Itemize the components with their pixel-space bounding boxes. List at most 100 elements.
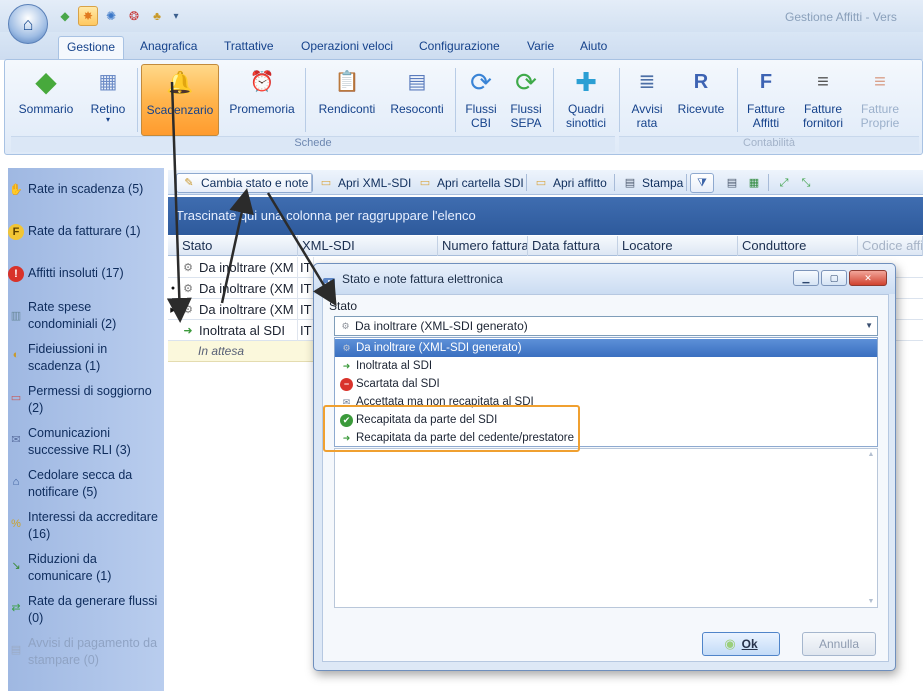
printer-button[interactable]: ▤	[720, 173, 744, 193]
ribbon-button-scadenzario[interactable]: 🔔 Scadenzario	[141, 64, 219, 136]
home-tax-icon: ⌂	[12, 475, 20, 488]
qat-globe-icon[interactable]: ✺	[101, 6, 121, 26]
gear-doc-icon: ⚙	[183, 303, 193, 316]
ribbon-button-rendiconti[interactable]: 📋 Rendiconti	[313, 64, 381, 136]
qat-home-icon[interactable]: ◆	[55, 6, 75, 26]
column-header-numero-fattura[interactable]: Numero fattura	[438, 236, 528, 256]
nav-item-rate-in-scadenza[interactable]: ✋ Rate in scadenza (5)	[8, 181, 158, 198]
print-notice-icon: ▤	[10, 643, 22, 656]
ribbon-button-quadri-sinottici[interactable]: ✚ Quadri sinottici	[557, 64, 615, 136]
state-option-da-inoltrare[interactable]: ⚙ Da inoltrare (XML-SDI generato)	[335, 339, 877, 357]
open-sdi-folder-button[interactable]: ▭ Apri cartella SDI	[413, 173, 528, 193]
nav-item-label: Interessi da accreditare (16)	[28, 510, 158, 541]
group-by-drop-area[interactable]: Trascinate qui una colonna per raggruppa…	[168, 197, 923, 235]
ribbon-button-sublabel: CBI	[470, 116, 491, 130]
option-label: Da inoltrare (XML-SDI generato)	[356, 342, 522, 354]
nav-item-affitti-insoluti[interactable]: ! Affitti insoluti (17)	[8, 265, 158, 282]
nav-item-riduzioni[interactable]: ↘ Riduzioni da comunicare (1)	[8, 551, 158, 585]
alarm-clock-icon: ⏰	[249, 71, 275, 93]
qat-ball-icon[interactable]: ❂	[124, 6, 144, 26]
ribbon-button-label: Promemoria	[229, 102, 295, 116]
ribbon-button-resoconti[interactable]: ▤ Resoconti	[385, 64, 449, 136]
excel-export-button[interactable]: ▦	[742, 173, 766, 193]
maximize-icon[interactable]: ▢	[821, 270, 847, 286]
cell-stato-text: Da inoltrare (XM	[199, 259, 294, 275]
ribbon-button-retino[interactable]: ▦ Retino ▾	[79, 64, 137, 136]
ribbon-button-fatture-proprie[interactable]: ≡ Fatture Proprie	[853, 64, 907, 136]
minimize-icon[interactable]: ▁	[793, 270, 819, 286]
ribbon-button-promemoria[interactable]: ⏰ Promemoria	[225, 64, 299, 136]
open-rent-button[interactable]: ▭ Apri affitto	[529, 173, 611, 193]
print-button[interactable]: ▤ Stampa	[618, 173, 687, 193]
tab-aiuto[interactable]: Aiuto	[572, 38, 615, 60]
column-header-codice-affitto[interactable]: Codice affi	[858, 236, 923, 256]
window-controls: ▁ ▢ ✕	[793, 270, 887, 286]
notes-textarea[interactable]: ▲ ▼	[334, 448, 878, 608]
qat-scadenzario-icon[interactable]: ✸	[78, 6, 98, 26]
open-xml-sdi-button[interactable]: ▭ Apri XML-SDI	[314, 173, 415, 193]
column-header-locatore[interactable]: Locatore	[618, 236, 738, 256]
nav-item-label: Rate in scadenza (5)	[28, 182, 144, 196]
tab-gestione[interactable]: Gestione	[58, 36, 125, 60]
cell-stato-text: Da inoltrare (XM	[199, 280, 294, 296]
tab-configurazione[interactable]: Configurazione	[411, 38, 508, 60]
nav-item-rate-spese-condominiali[interactable]: ▥ Rate spese condominiali (2)	[8, 299, 158, 333]
nav-item-permessi-di-soggiorno[interactable]: ▭ Permessi di soggiorno (2)	[8, 383, 158, 417]
ribbon-separator	[619, 68, 620, 132]
ribbon-panel: ◆ Sommario ▦ Retino ▾ 🔔 Scadenzario ⏰ Pr…	[4, 59, 923, 155]
state-option-inoltrata[interactable]: ➜ Inoltrata al SDI	[335, 357, 877, 375]
tab-varie[interactable]: Varie	[519, 38, 562, 60]
ok-button[interactable]: ◉ Ok	[702, 632, 780, 656]
filter-button[interactable]: ⧩	[690, 173, 714, 193]
tab-anagrafica[interactable]: Anagrafica	[132, 38, 205, 60]
bell-alert-icon: 🔔	[166, 70, 194, 95]
cell-stato: ⚙ Da inoltrare (XM	[178, 257, 298, 278]
ribbon-button-ricevute[interactable]: R Ricevute	[673, 64, 729, 136]
column-header-conduttore[interactable]: Conduttore	[738, 236, 858, 256]
qat-customize-chevron-icon[interactable]: ▾	[170, 6, 182, 26]
expand-all-button[interactable]: ⤢	[772, 173, 796, 193]
nav-item-cedolare-secca[interactable]: ⌂ Cedolare secca da notificare (5)	[8, 467, 158, 501]
application-menu-button[interactable]: ⌂	[8, 4, 48, 44]
column-header-stato[interactable]: Stato	[178, 236, 298, 256]
cancel-button[interactable]: Annulla	[802, 632, 876, 656]
change-state-button[interactable]: ✎ Cambia stato e note	[176, 173, 314, 193]
ribbon-button-label: Fatture	[746, 102, 785, 116]
close-icon[interactable]: ✕	[849, 270, 887, 286]
tab-trattative[interactable]: Trattative	[216, 38, 282, 60]
nav-item-comunicazioni-rli[interactable]: ✉ Comunicazioni successive RLI (3)	[8, 425, 158, 459]
ribbon-button-flussi-sepa[interactable]: ⟳ Flussi SEPA	[505, 64, 547, 136]
warning-icon: !	[8, 266, 24, 282]
puzzle-icon: ✚	[575, 67, 597, 97]
nav-item-rate-da-fatturare[interactable]: F Rate da fatturare (1)	[8, 223, 158, 240]
column-header-data-fattura[interactable]: Data fattura	[528, 236, 618, 256]
ribbon-separator	[553, 68, 554, 132]
notes-scrollbar[interactable]: ▲ ▼	[866, 451, 876, 605]
toolbar-separator	[311, 174, 312, 191]
ribbon-button-fatture-affitti[interactable]: F Fatture Affitti	[741, 64, 791, 136]
application-window: ◆ ✸ ✺ ❂ ♣ ▾ Gestione Affitti - Vers ⌂ Ge…	[0, 0, 923, 691]
state-combobox-value: Da inoltrare (XML-SDI generato)	[355, 319, 528, 333]
column-header-xml-sdi[interactable]: XML-SDI	[298, 236, 438, 256]
ribbon-button-fatture-fornitori[interactable]: ≡ Fatture fornitori	[795, 64, 851, 136]
dialog-title: Stato e note fattura elettronica	[342, 272, 503, 286]
quick-access-toolbar: ◆ ✸ ✺ ❂ ♣ ▾	[55, 6, 182, 26]
state-combobox[interactable]: ⚙ Da inoltrare (XML-SDI generato) ▼	[334, 316, 878, 336]
ribbon-button-flussi-cbi[interactable]: ⟳ Flussi CBI	[457, 64, 505, 136]
state-option-scartata[interactable]: − Scartata dal SDI	[335, 375, 877, 393]
ribbon-button-label: Flussi	[510, 102, 542, 116]
nav-item-fideiussioni[interactable]: ◐ Fideiussioni in scadenza (1)	[8, 341, 158, 375]
title-bar: ◆ ✸ ✺ ❂ ♣ ▾ Gestione Affitti - Vers	[0, 0, 923, 32]
nav-item-avvisi-pagamento[interactable]: ▤ Avvisi di pagamento da stampare (0)	[8, 635, 158, 669]
nav-item-rate-flussi[interactable]: ⇄ Rate da generare flussi (0)	[8, 593, 158, 627]
qat-money-bag-icon[interactable]: ♣	[147, 6, 167, 26]
collapse-all-button[interactable]: ⤡	[794, 173, 818, 193]
cell-xml: IT	[298, 278, 314, 299]
ribbon-button-sommario[interactable]: ◆ Sommario	[17, 64, 75, 136]
nav-item-interessi[interactable]: % Interessi da accreditare (16)	[8, 509, 158, 543]
cell-xml: IT	[298, 257, 314, 278]
ribbon-button-label: Ricevute	[677, 102, 725, 116]
chevron-down-icon[interactable]: ▼	[865, 321, 873, 330]
tab-operazioni-veloci[interactable]: Operazioni veloci	[293, 38, 401, 60]
ribbon-button-avvisi-rata[interactable]: ≣ Avvisi rata	[623, 64, 671, 136]
